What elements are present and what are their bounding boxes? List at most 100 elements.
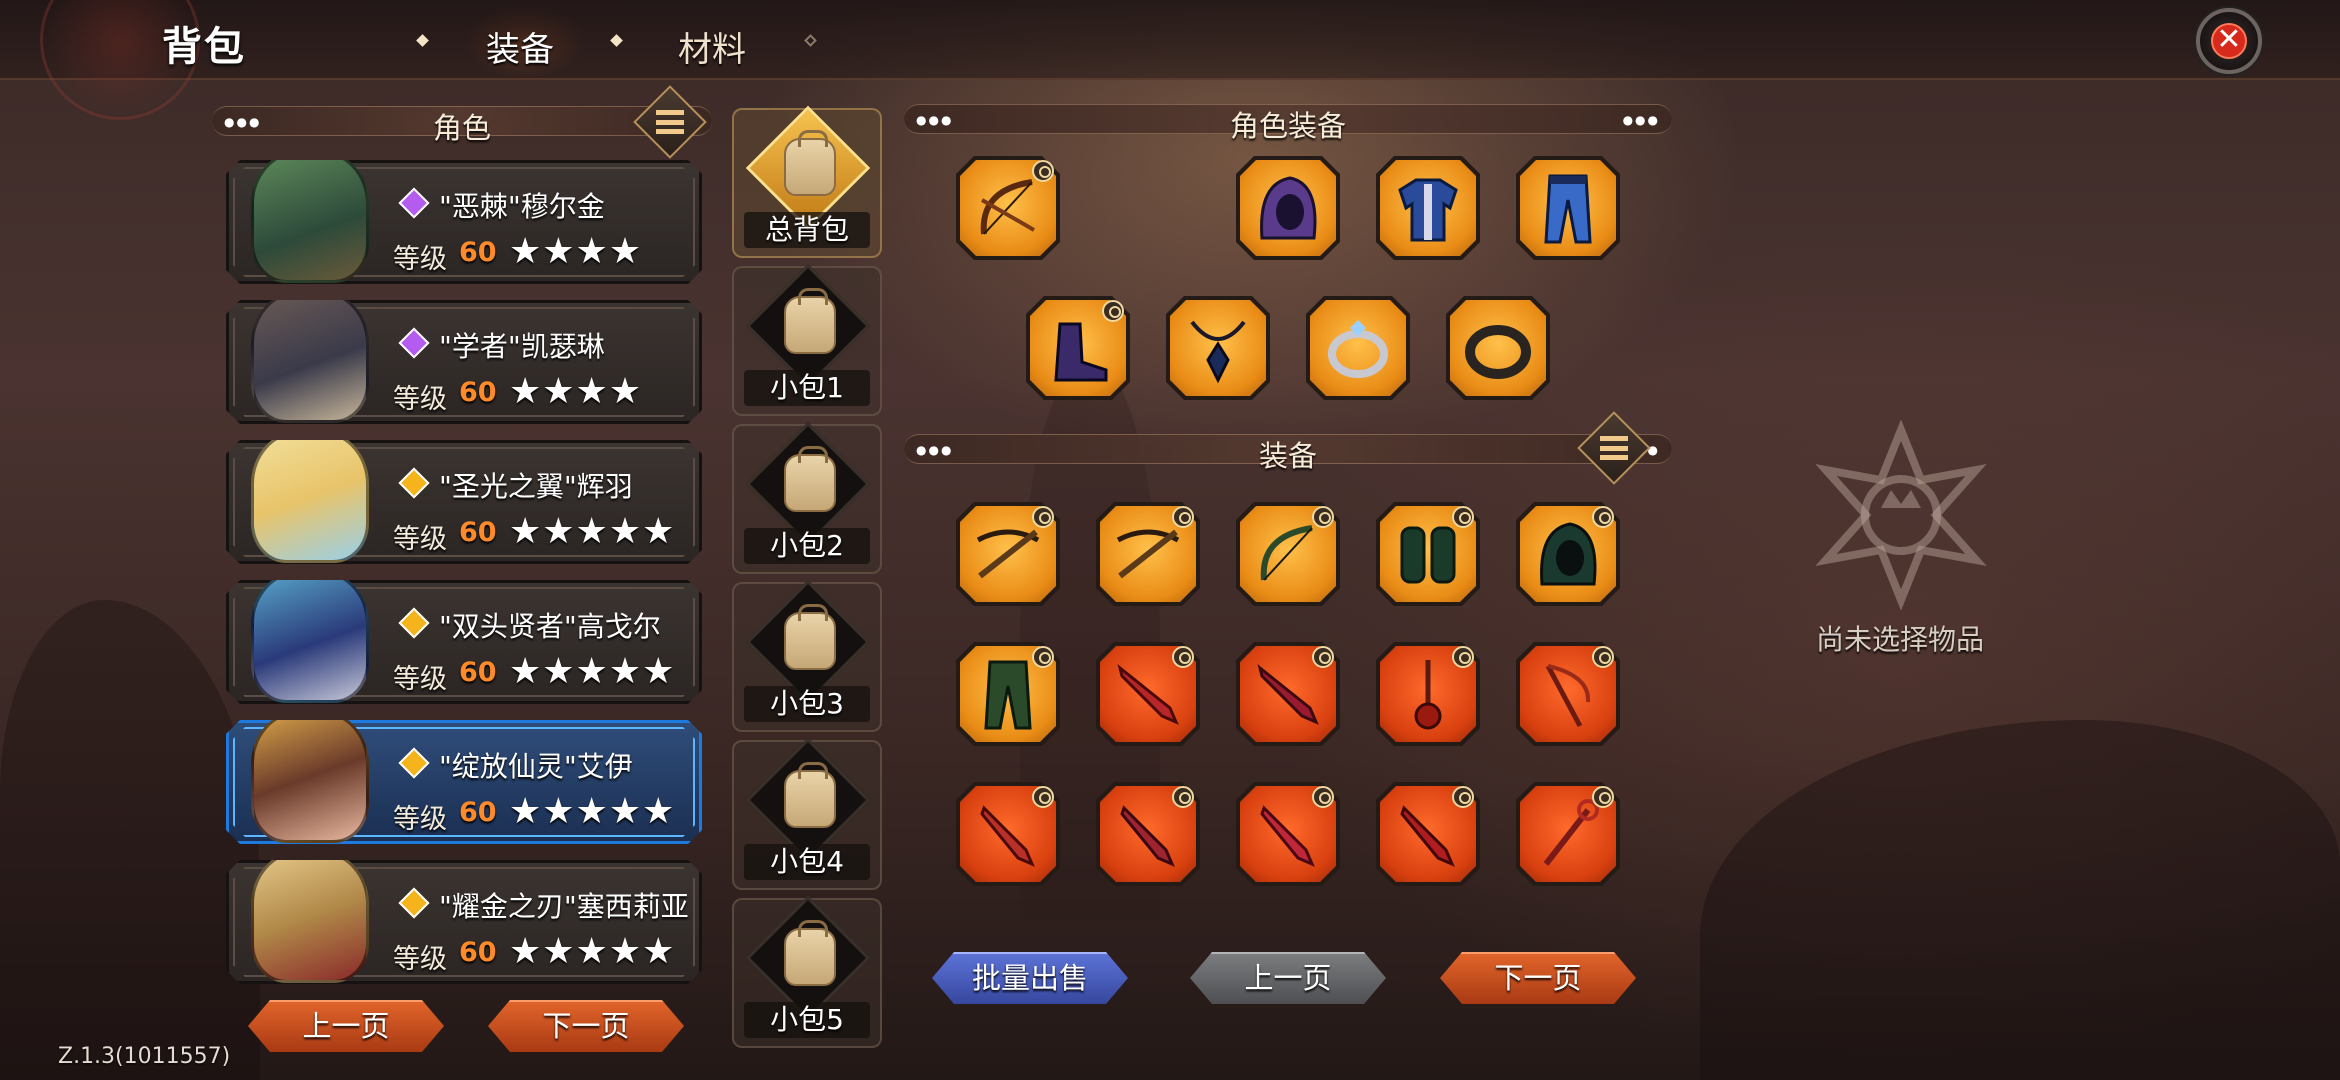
close-button[interactable]: ✕ <box>2196 8 2262 74</box>
level-label: 等级 <box>393 804 447 835</box>
character-portrait <box>251 291 369 423</box>
star-rating: ★★★★ <box>509 231 643 272</box>
backpack-icon <box>784 130 836 196</box>
level-label: 等级 <box>393 384 447 415</box>
hood-icon <box>1260 176 1317 240</box>
tab-divider-dot <box>416 34 429 47</box>
lock-icon <box>1172 786 1194 808</box>
page-title: 背包 <box>162 24 246 70</box>
bag-label: 小包3 <box>744 686 870 722</box>
bag-small-4[interactable]: 小包4 <box>732 737 882 890</box>
background-tree-left <box>0 600 260 1080</box>
star-rating: ★★★★★ <box>509 791 676 832</box>
lock-icon <box>1452 646 1474 668</box>
rarity-diamond-icon <box>398 887 429 918</box>
equipped-necklace-slot[interactable] <box>1166 296 1270 400</box>
level-label: 等级 <box>393 664 447 695</box>
equipment-header: ●●● 装备 ●●● <box>904 434 1672 473</box>
bag-label: 小包2 <box>744 528 870 564</box>
lock-icon <box>1172 646 1194 668</box>
character-card[interactable]: "学者"凯瑟琳 等级 60 ★★★★ <box>226 300 702 424</box>
equipped-ring-slot[interactable] <box>1306 296 1410 400</box>
level-value: 60 <box>459 657 497 688</box>
bag-small-5[interactable]: 小包5 <box>732 895 882 1048</box>
level-value: 60 <box>459 517 497 548</box>
lock-icon <box>1312 646 1334 668</box>
tab-materials[interactable]: 材料 <box>678 22 746 71</box>
level-label: 等级 <box>393 524 447 555</box>
necklace-icon <box>1190 320 1246 384</box>
equipped-ring-slot-2[interactable] <box>1446 296 1550 400</box>
lock-icon <box>1032 646 1054 668</box>
top-bar: 背包 装备 材料 ✕ <box>0 0 2340 120</box>
bag-small-1[interactable]: 小包1 <box>732 263 882 416</box>
lock-icon <box>1172 506 1194 528</box>
tab-divider-dot <box>610 34 623 47</box>
character-card[interactable]: "双头贤者"高戈尔 等级 60 ★★★★★ <box>226 580 702 704</box>
characters-next-page-button[interactable]: 下一页 <box>488 1000 684 1052</box>
character-card[interactable]: "耀金之刃"塞西莉亚 等级 60 ★★★★★ <box>226 860 702 984</box>
lock-icon <box>1592 646 1614 668</box>
character-card[interactable]: "恶棘"穆尔金 等级 60 ★★★★ <box>226 160 702 284</box>
tab-divider-dot <box>804 34 817 47</box>
lock-icon <box>1592 786 1614 808</box>
character-name: "双头贤者"高戈尔 <box>439 610 661 643</box>
character-name: "耀金之刃"塞西莉亚 <box>439 890 689 923</box>
equipment-prev-page-button[interactable]: 上一页 <box>1190 952 1386 1004</box>
character-card[interactable]: "圣光之翼"辉羽 等级 60 ★★★★★ <box>226 440 702 564</box>
bag-label: 小包4 <box>744 844 870 880</box>
backpack-icon <box>784 604 836 670</box>
level-value: 60 <box>459 377 497 408</box>
character-name: "学者"凯瑟琳 <box>439 330 605 363</box>
pants-icon <box>1544 174 1592 244</box>
bag-small-2[interactable]: 小包2 <box>732 421 882 574</box>
character-name: "绽放仙灵"艾伊 <box>439 750 633 783</box>
level-label: 等级 <box>393 244 447 275</box>
star-rating: ★★★★★ <box>509 651 676 692</box>
character-portrait <box>251 431 369 563</box>
character-name: "圣光之翼"辉羽 <box>439 470 633 503</box>
bag-small-3[interactable]: 小包3 <box>732 579 882 732</box>
lock-icon <box>1032 786 1054 808</box>
lock-icon <box>1032 506 1054 528</box>
star-rating: ★★★★★ <box>509 511 676 552</box>
empty-selection-text: 尚未选择物品 <box>1815 623 1984 656</box>
tab-equipment[interactable]: 装备 <box>460 2 590 82</box>
lock-icon <box>1032 160 1054 182</box>
bag-total[interactable]: 总背包 <box>732 105 882 258</box>
backpack-icon <box>784 762 836 828</box>
lock-icon <box>1312 506 1334 528</box>
star-rating: ★★★★★ <box>509 931 676 972</box>
characters-prev-page-button[interactable]: 上一页 <box>248 1000 444 1052</box>
armor-icon <box>1398 178 1458 242</box>
equipped-armor-slot[interactable] <box>1376 156 1480 260</box>
empty-selection-emblem-icon <box>1815 420 1987 610</box>
lock-icon <box>1452 506 1474 528</box>
batch-sell-button[interactable]: 批量出售 <box>932 952 1128 1004</box>
rarity-diamond-icon <box>398 327 429 358</box>
close-icon: ✕ <box>2211 23 2247 59</box>
backpack-icon <box>784 446 836 512</box>
character-name: "恶棘"穆尔金 <box>439 190 605 223</box>
level-value: 60 <box>459 237 497 268</box>
level-label: 等级 <box>393 944 447 975</box>
character-card-selected[interactable]: "绽放仙灵"艾伊 等级 60 ★★★★★ <box>226 720 702 844</box>
rarity-diamond-icon <box>398 467 429 498</box>
backpack-icon <box>784 920 836 986</box>
ring-icon <box>1328 320 1388 378</box>
equipment-title: 装备 <box>1258 439 1317 473</box>
equipped-pants-slot[interactable] <box>1516 156 1620 260</box>
character-portrait <box>251 851 369 983</box>
star-rating: ★★★★ <box>509 371 643 412</box>
rarity-diamond-icon <box>398 747 429 778</box>
filter-icon[interactable] <box>633 85 707 159</box>
character-portrait <box>251 571 369 703</box>
rarity-diamond-icon <box>398 607 429 638</box>
equipment-next-page-button[interactable]: 下一页 <box>1440 952 1636 1004</box>
level-value: 60 <box>459 937 497 968</box>
character-portrait <box>251 711 369 843</box>
version-label: Z.1.3(1011557) <box>58 1044 231 1069</box>
bag-label: 总背包 <box>744 212 870 248</box>
lock-icon <box>1592 506 1614 528</box>
equipped-hood-slot[interactable] <box>1236 156 1340 260</box>
